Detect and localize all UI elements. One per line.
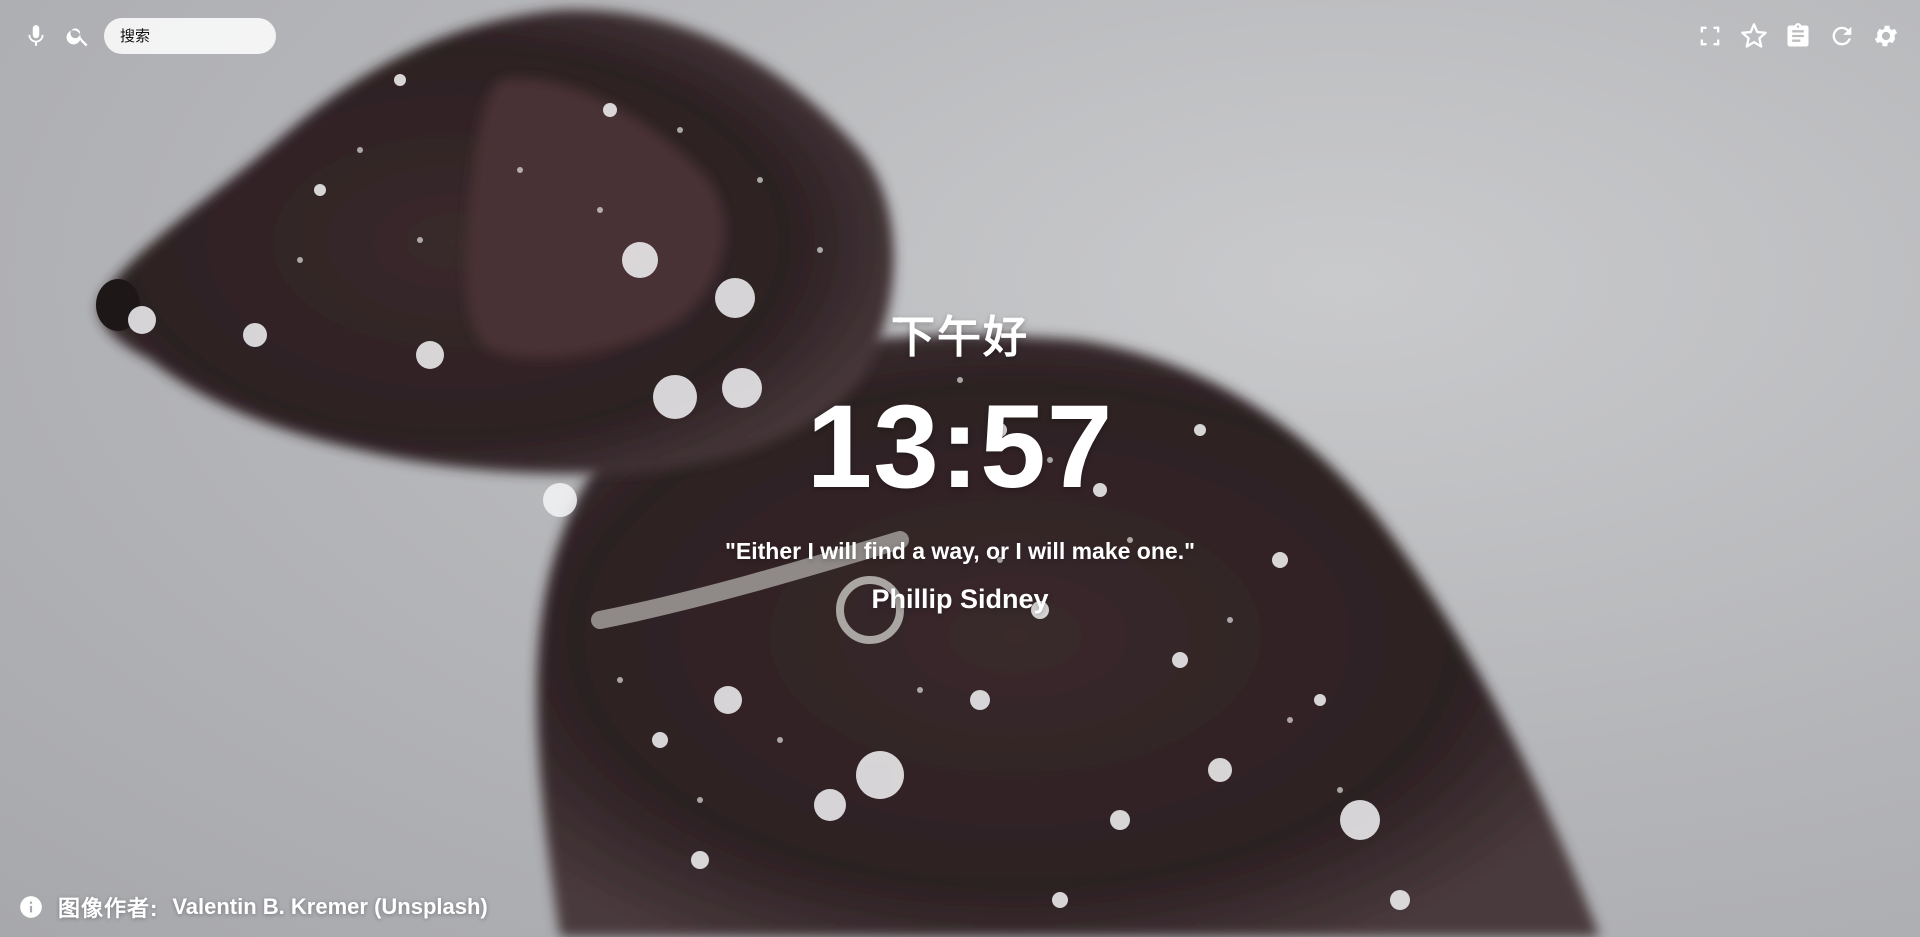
clipboard-icon[interactable] <box>1782 20 1814 52</box>
quote-text: "Either I will find a way, or I will mak… <box>725 538 1195 564</box>
fullscreen-icon[interactable] <box>1694 20 1726 52</box>
photo-credit: 图像作者: Valentin B. Kremer (Unsplash) <box>18 891 488 923</box>
info-icon[interactable] <box>18 894 44 920</box>
refresh-icon[interactable] <box>1826 20 1858 52</box>
mic-icon[interactable] <box>20 20 52 52</box>
credit-label: 图像作者: <box>58 896 159 921</box>
search-input[interactable] <box>104 18 276 54</box>
greeting-text: 下午好 <box>891 312 1029 363</box>
center-panel: 下午好 13:57 "Either I will find a way, or … <box>0 310 1920 616</box>
search-area <box>20 18 276 54</box>
quote-author: Phillip Sidney <box>871 584 1049 614</box>
top-toolbar <box>1694 20 1902 52</box>
gear-icon[interactable] <box>1870 20 1902 52</box>
clock-time: 13:57 <box>806 381 1114 513</box>
photographer-link[interactable]: Valentin B. Kremer (Unsplash) <box>172 894 487 920</box>
star-icon[interactable] <box>1738 20 1770 52</box>
search-icon[interactable] <box>62 20 94 52</box>
